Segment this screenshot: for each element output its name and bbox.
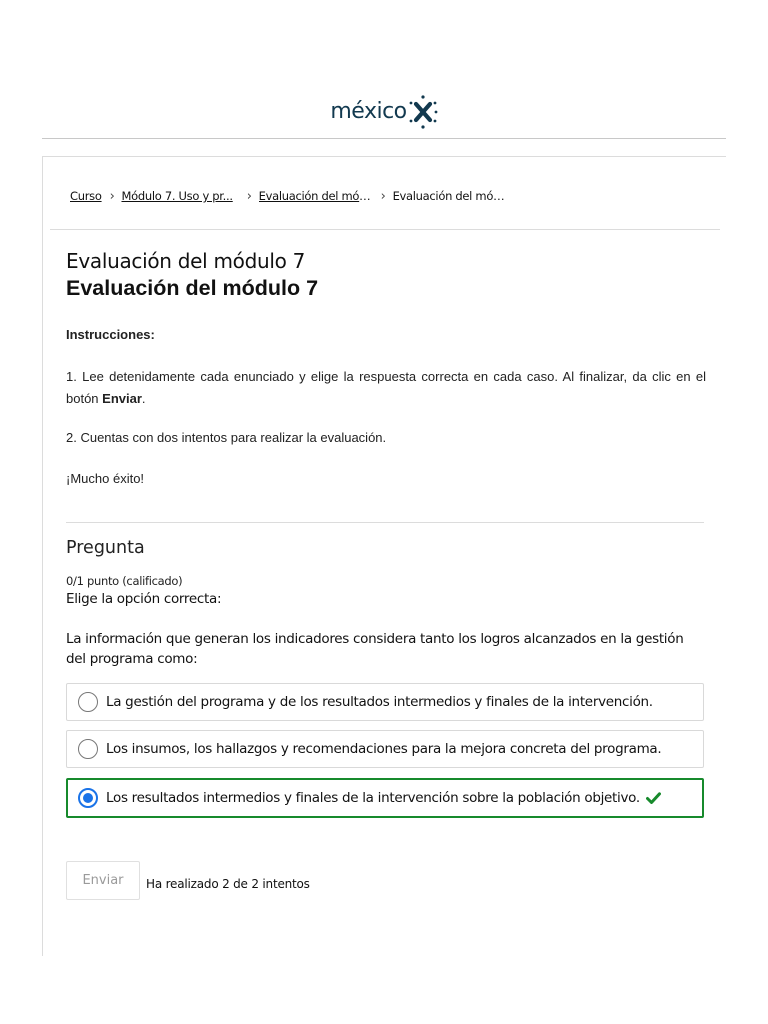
instruction-closing: ¡Mucho éxito! bbox=[66, 471, 145, 486]
answer-option-1[interactable]: La gestión del programa y de los resulta… bbox=[66, 683, 704, 721]
page-title: Evaluación del módulo 7 bbox=[66, 249, 306, 273]
breadcrumb-module-link[interactable]: Módulo 7. Uso y pr... bbox=[121, 189, 232, 203]
radio-button[interactable] bbox=[78, 692, 98, 712]
breadcrumb-section-link[interactable]: Evaluación del mód... bbox=[259, 189, 373, 203]
radio-button[interactable] bbox=[78, 739, 98, 759]
answer-option-label: La gestión del programa y de los resulta… bbox=[106, 694, 653, 710]
question-points: 0/1 punto (calificado) bbox=[66, 574, 183, 588]
instruction-item-1-text: 1. Lee detenidamente cada enunciado y el… bbox=[66, 369, 706, 406]
answer-option-2[interactable]: Los insumos, los hallazgos y recomendaci… bbox=[66, 730, 704, 768]
breadcrumb-divider bbox=[50, 229, 720, 230]
submit-button[interactable]: Enviar bbox=[66, 861, 140, 900]
answer-option-label: Los resultados intermedios y finales de … bbox=[106, 790, 640, 806]
chevron-right-icon: › bbox=[109, 188, 115, 204]
instruction-item-2: 2. Cuentas con dos intentos para realiza… bbox=[66, 430, 387, 445]
chevron-right-icon: › bbox=[246, 188, 252, 204]
attempts-status: Ha realizado 2 de 2 intentos bbox=[146, 877, 310, 891]
instruction-item-1: 1. Lee detenidamente cada enunciado y el… bbox=[66, 366, 706, 410]
breadcrumb-course-link[interactable]: Curso bbox=[70, 189, 102, 203]
section-divider bbox=[66, 522, 704, 523]
checkmark-icon bbox=[645, 792, 661, 804]
breadcrumb-current: Evaluación del mód... bbox=[392, 189, 507, 203]
instructions-heading: Instrucciones: bbox=[66, 327, 155, 342]
question-prompt: Elige la opción correcta: bbox=[66, 591, 222, 607]
question-stem: La información que generan los indicador… bbox=[66, 631, 684, 667]
instruction-item-1-bold: Enviar bbox=[102, 391, 142, 406]
breadcrumb: Curso › Módulo 7. Uso y pr... › Evaluaci… bbox=[70, 186, 507, 206]
instruction-item-1-end: . bbox=[141, 391, 146, 406]
question-title: Pregunta bbox=[66, 538, 145, 558]
header-divider bbox=[42, 138, 726, 139]
unit-title: Evaluación del módulo 7 bbox=[66, 276, 319, 300]
radio-button-selected[interactable] bbox=[78, 788, 98, 808]
answer-option-3[interactable]: Los resultados intermedios y finales de … bbox=[66, 778, 704, 818]
site-logo[interactable]: méxico bbox=[0, 92, 768, 130]
x-dots-logo-icon bbox=[409, 95, 438, 129]
chevron-right-icon: › bbox=[380, 188, 386, 204]
logo-text: méxico bbox=[330, 98, 407, 124]
answer-option-label: Los insumos, los hallazgos y recomendaci… bbox=[106, 741, 662, 757]
